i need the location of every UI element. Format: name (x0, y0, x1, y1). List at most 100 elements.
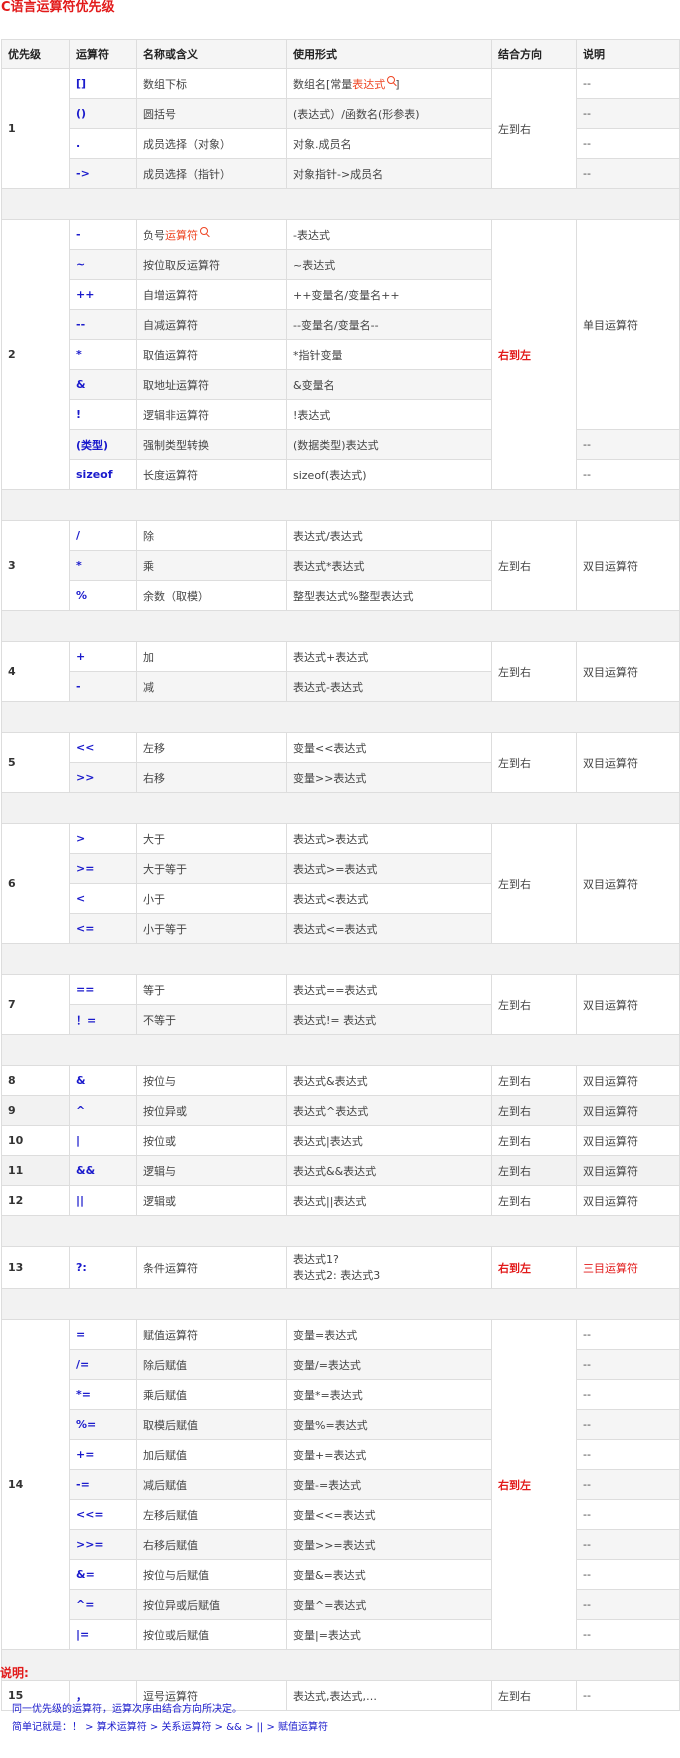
note-cell: 双目运算符 (576, 1155, 680, 1186)
usage-cell: 整型表达式%整型表达式 (286, 580, 492, 611)
usage-text: 表达式1? (293, 1252, 339, 1266)
name-cell: 乘后赋值 (136, 1379, 287, 1410)
direction-cell: 右到左 (491, 1319, 577, 1650)
name-cell: 赋值运算符 (136, 1319, 287, 1350)
note-cell: -- (576, 1469, 680, 1500)
direction-cell: 左到右 (491, 641, 577, 702)
usage-text: 表达式*表达式 (293, 559, 365, 573)
name-text: 强制类型转换 (143, 438, 209, 452)
usage-text-line2: 表达式2: 表达式3 (293, 1268, 381, 1282)
direction-cell: 左到右 (491, 1155, 577, 1186)
table-row: 8 & 按位与 表达式&表达式 左到右 双目运算符 (1, 1065, 680, 1096)
direction-cell: 左到右 (491, 1095, 577, 1126)
note-cell: -- (576, 1589, 680, 1620)
usage-cell: 数组名[常量表达式] (286, 68, 492, 99)
note-cell: -- (576, 128, 680, 159)
usage-cell: 变量^=表达式 (286, 1589, 492, 1620)
priority-cell: 9 (1, 1095, 70, 1126)
table-row: *= 乘后赋值 变量*=表达式 -- (2, 1379, 680, 1410)
usage-text: 表达式==表达式 (293, 983, 378, 997)
note-cell: -- (576, 1559, 680, 1590)
name-text: 自增运算符 (143, 288, 198, 302)
table-header-row: 优先级 运算符 名称或含义 使用形式 结合方向 说明 (1, 39, 680, 69)
name-text: 数组下标 (143, 77, 187, 91)
note-cell: 双目运算符 (576, 520, 680, 611)
usage-text: 变量>>=表达式 (293, 1538, 376, 1552)
usage-cell: 表达式|表达式 (286, 1125, 492, 1156)
usage-text: 变量-=表达式 (293, 1478, 362, 1492)
usage-text: 变量^=表达式 (293, 1598, 367, 1612)
name-text: 按位或后赋值 (143, 1628, 209, 1642)
name-text: 减 (143, 680, 154, 694)
name-text: 按位或 (143, 1134, 176, 1148)
usage-text: 表达式&表达式 (293, 1074, 368, 1088)
operator-cell: . (69, 128, 137, 159)
operator-cell: (类型) (69, 429, 137, 460)
usage-cell: 表达式-表达式 (286, 671, 492, 702)
usage-text: 表达式/表达式 (293, 529, 363, 543)
table-row: %= 取模后赋值 变量%=表达式 -- (2, 1409, 680, 1440)
priority-cell: 3 (1, 520, 70, 611)
usage-cell: 表达式==表达式 (286, 974, 492, 1005)
direction-cell: 左到右 (491, 68, 577, 189)
name-cell: 减后赋值 (136, 1469, 287, 1500)
name-cell: 长度运算符 (136, 459, 287, 490)
search-icon (387, 75, 396, 84)
operator-cell: >= (69, 853, 137, 884)
priority-cell: 12 (1, 1185, 70, 1216)
name-cell: 乘 (136, 550, 287, 581)
separator-row (1, 1288, 680, 1320)
usage-cell: 表达式^表达式 (286, 1095, 492, 1126)
name-cell: 除 (136, 520, 287, 551)
operator-cell: ！= (69, 1004, 137, 1035)
note-cell: -- (576, 98, 680, 129)
priority-cell: 14 (1, 1319, 70, 1650)
usage-cell: (数据类型)表达式 (286, 429, 492, 460)
note-cell: -- (576, 1680, 680, 1711)
name-text: 按位取反运算符 (143, 258, 220, 272)
usage-cell: *指针变量 (286, 339, 492, 370)
direction-cell: 左到右 (491, 1125, 577, 1156)
name-cell: 右移后赋值 (136, 1529, 287, 1560)
separator-cell (1, 701, 680, 733)
note-cell: 双目运算符 (576, 1095, 680, 1126)
name-cell: 左移后赋值 (136, 1499, 287, 1530)
operator-cell: / (69, 520, 137, 551)
operator-cell: = (69, 1319, 137, 1350)
name-text: 大于 (143, 832, 165, 846)
separator-row (1, 1034, 680, 1066)
name-cell: 不等于 (136, 1004, 287, 1035)
separator-row (1, 489, 680, 521)
usage-text: 表达式<表达式 (293, 892, 369, 906)
usage-cell: 变量<<表达式 (286, 732, 492, 763)
usage-text: 表达式||表达式 (293, 1194, 367, 1208)
operator-link[interactable]: 运算符 (165, 229, 198, 242)
table-row: 11 && 逻辑与 表达式&&表达式 左到右 双目运算符 (1, 1155, 680, 1186)
operator-cell: >>= (69, 1529, 137, 1560)
table-row: . 成员选择（对象） 对象.成员名 -- (2, 128, 680, 159)
usage-text: 数组名[常量 (293, 77, 353, 91)
name-text: 负号 (143, 228, 165, 242)
expression-link[interactable]: 表达式 (352, 78, 385, 91)
name-text: 按位异或 (143, 1104, 187, 1118)
note-cell: -- (576, 1409, 680, 1440)
separator-row (1, 610, 680, 642)
operator-cell: -> (69, 158, 137, 189)
usage-cell: 变量%=表达式 (286, 1409, 492, 1440)
name-cell: 左移 (136, 732, 287, 763)
usage-text: 变量<<表达式 (293, 741, 367, 755)
usage-cell: 变量*=表达式 (286, 1379, 492, 1410)
operator-cell: >> (69, 762, 137, 793)
priority-cell: 6 (1, 823, 70, 944)
name-text: 赋值运算符 (143, 1328, 198, 1342)
direction-cell: 左到右 (491, 1185, 577, 1216)
table-row: 12 || 逻辑或 表达式||表达式 左到右 双目运算符 (1, 1185, 680, 1216)
operator-cell: < (69, 883, 137, 914)
usage-cell: 表达式>表达式 (286, 823, 492, 854)
operator-cell: -= (69, 1469, 137, 1500)
operator-cell: &= (69, 1559, 137, 1590)
priority-cell: 4 (1, 641, 70, 702)
note-cell: 三目运算符 (576, 1246, 680, 1289)
table-row: |= 按位或后赋值 变量|=表达式 -- (2, 1619, 680, 1650)
separator-row (1, 792, 680, 824)
